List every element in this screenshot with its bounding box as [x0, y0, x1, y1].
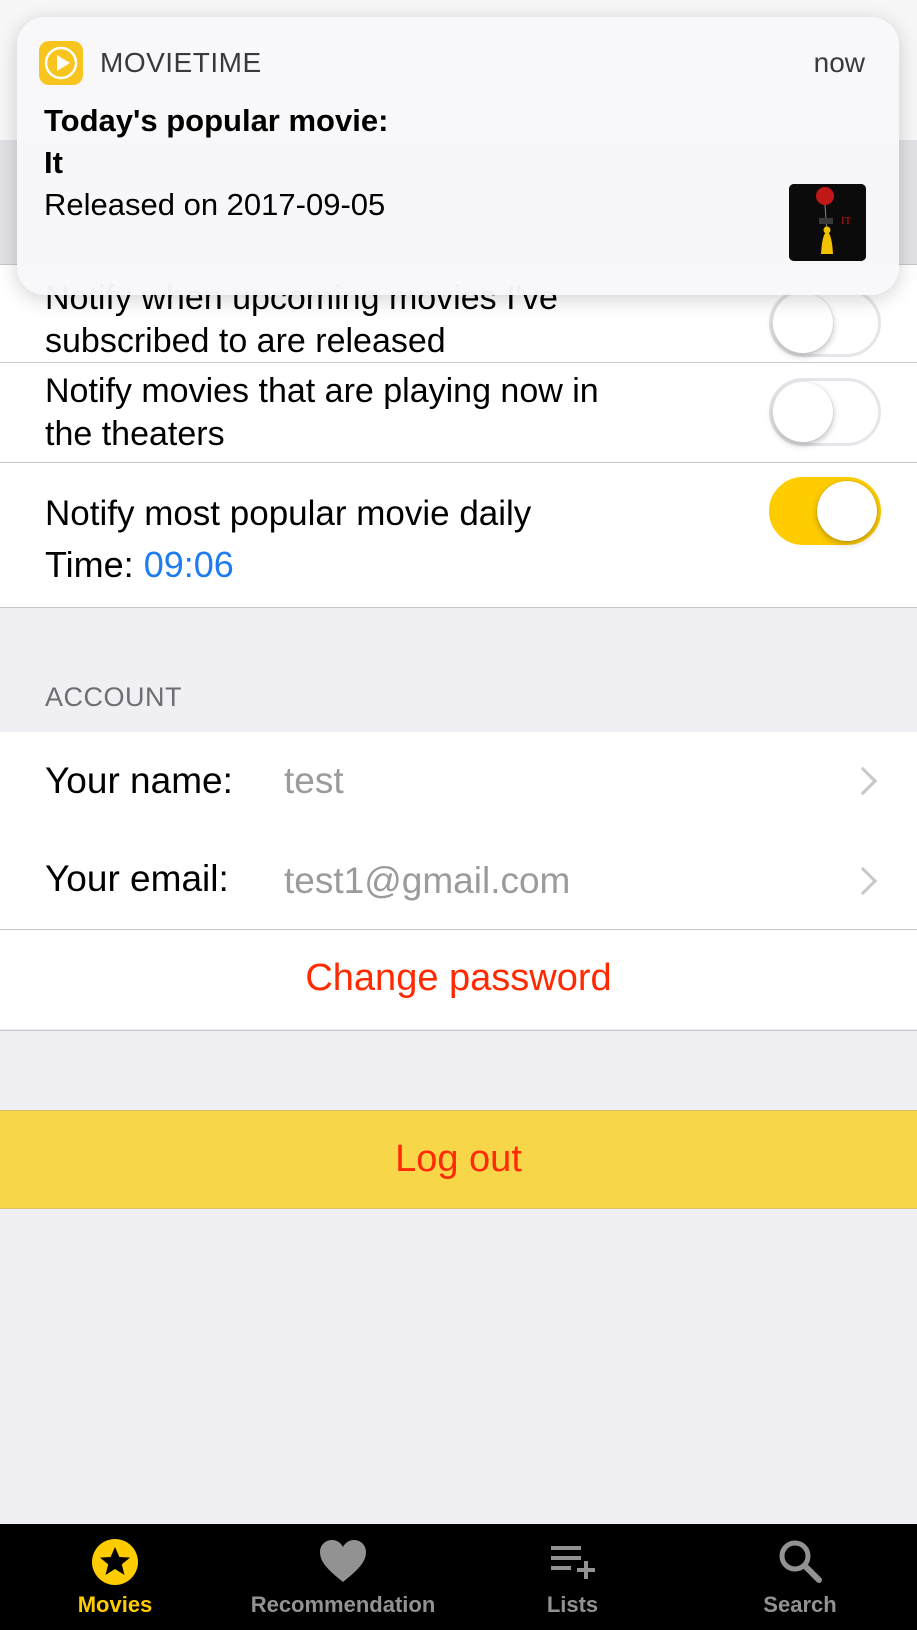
chevron-right-icon: [848, 866, 878, 896]
notify-playing-label: Notify movies that are playing now in th…: [45, 370, 599, 456]
name-value: test: [284, 760, 344, 801]
name-row[interactable]: Your name: test: [0, 732, 917, 830]
divider: [0, 462, 917, 463]
notify-playing-line1: Notify movies that are playing now in: [45, 372, 599, 410]
push-notification-banner[interactable]: MOVIETIME now Today's popular movie: It …: [17, 17, 899, 295]
poster-title-text: IT: [841, 215, 852, 227]
notification-movie-title: It: [44, 145, 63, 180]
account-group: Your name: test Your email: test1@gmail.…: [0, 732, 917, 1029]
logout-label: Log out: [395, 1138, 522, 1180]
movie-poster-thumbnail: IT: [789, 184, 866, 261]
notify-playing-toggle[interactable]: [769, 378, 881, 446]
tab-label: Search: [763, 1592, 837, 1617]
notification-app-name: MOVIETIME: [100, 47, 262, 78]
account-section-header: ACCOUNT: [45, 682, 182, 712]
time-value[interactable]: 09:06: [144, 544, 234, 585]
divider: [0, 929, 917, 930]
tab-movies[interactable]: Movies: [40, 1524, 190, 1630]
tab-recommendation[interactable]: Recommendation: [238, 1524, 448, 1630]
notification-body: Released on 2017-09-05: [44, 187, 386, 222]
tab-search[interactable]: Search: [735, 1524, 865, 1630]
toggle-knob: [817, 481, 877, 541]
change-password-button[interactable]: Change password: [0, 957, 917, 1000]
search-icon: [777, 1538, 823, 1589]
tab-label: Lists: [546, 1592, 599, 1617]
tab-bar: Movies Recommendation Lists Search: [0, 1524, 917, 1630]
notification-title: Today's popular movie:: [44, 103, 389, 138]
email-value: test1@gmail.com: [284, 860, 571, 901]
settings-screen: Notify when upcoming movies I've subscri…: [0, 0, 917, 1630]
tab-lists[interactable]: Lists: [510, 1524, 635, 1630]
tab-label: Recommendation: [250, 1592, 436, 1617]
email-label: Your email:: [45, 858, 229, 899]
divider: [0, 362, 917, 363]
notify-popular-toggle[interactable]: [769, 477, 881, 545]
notify-upcoming-toggle[interactable]: [769, 289, 881, 357]
time-label: Time:: [45, 544, 134, 585]
group-bottom-border: [0, 1030, 917, 1031]
heart-icon: [318, 1538, 368, 1589]
popular-time-row[interactable]: Time: 09:06: [45, 542, 234, 588]
chevron-right-icon: [848, 766, 878, 796]
name-label: Your name:: [45, 760, 233, 801]
toggle-knob: [773, 293, 833, 353]
email-row[interactable]: Your email: test1@gmail.com: [0, 830, 917, 929]
app-icon: [39, 41, 83, 85]
notification-time: now: [813, 47, 865, 78]
logout-button[interactable]: Log out: [0, 1110, 917, 1209]
notify-popular-label: Notify most popular movie daily: [45, 494, 532, 533]
group-bottom-border: [0, 607, 917, 608]
tab-label: Movies: [77, 1592, 153, 1617]
star-icon: [91, 1538, 139, 1591]
toggle-knob: [773, 382, 833, 442]
notify-upcoming-line2: subscribed to are released: [45, 322, 446, 360]
notify-playing-line2: the theaters: [45, 415, 225, 453]
list-add-icon: [549, 1542, 597, 1587]
